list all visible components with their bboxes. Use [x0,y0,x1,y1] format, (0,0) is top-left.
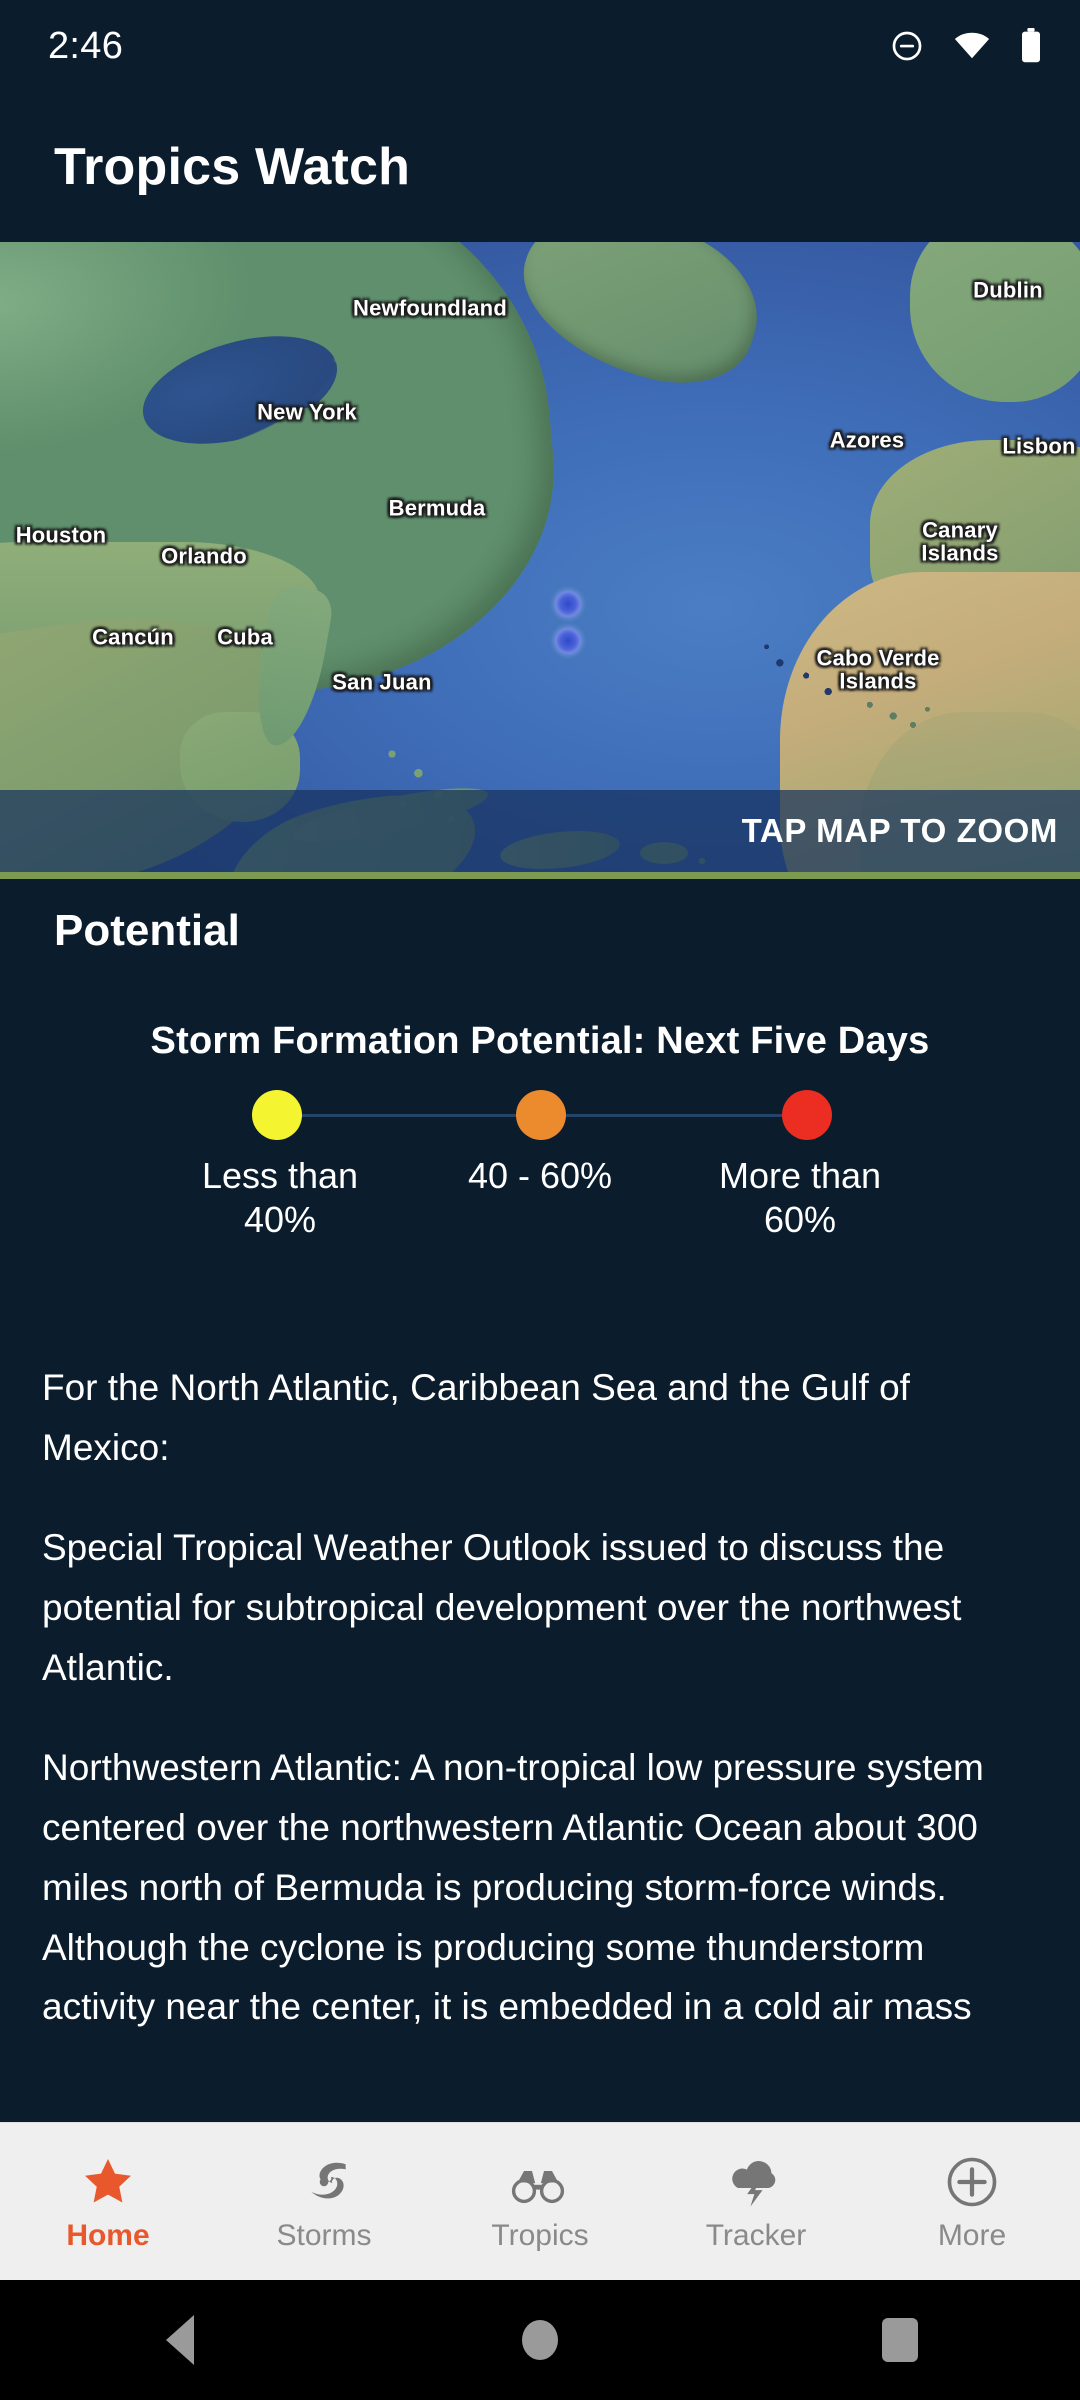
legend-label-low: Less than 40% [201,1155,359,1240]
wifi-icon [954,32,990,60]
tab-label-tropics: Tropics [491,2218,589,2252]
storm-cloud-icon [727,2151,785,2209]
tab-label-storms: Storms [276,2218,372,2252]
map-label: Lisbon [1002,433,1076,459]
star-icon [80,2151,136,2209]
legend-labels: Less than 40% 40 - 60% More than 60% [160,1154,920,1242]
tab-home[interactable]: Home [0,2123,216,2280]
page-title: Tropics Watch [54,138,411,196]
tab-label-home: Home [66,2218,150,2252]
outlook-paragraph: Special Tropical Weather Outlook issued … [42,1526,962,1688]
android-system-nav [0,2280,1080,2400]
legend-dot-high [782,1090,832,1140]
app-bar: Tropics Watch [0,92,1080,242]
map-label: Azores [829,427,905,453]
tab-tracker[interactable]: Tracker [648,2123,864,2280]
map-label: Orlando [161,543,247,569]
app-root: 2:46 Tropics Watch Newfoundland Dublin N… [0,0,1080,2400]
outlook-text: For the North Atlantic, Caribbean Sea an… [0,1358,1080,2128]
status-bar: 2:46 [0,0,1080,92]
bottom-tab-bar: Home Storms Tropics Tracker More [0,2122,1080,2280]
potential-section-title: Potential [54,906,240,955]
binoculars-icon [510,2151,570,2209]
section-divider [0,872,1080,879]
outlook-paragraph: For the North Atlantic, Caribbean Sea an… [42,1367,910,1468]
recents-square-icon [882,2318,918,2362]
map-label: Dublin [973,277,1043,303]
status-bar-clock: 2:46 [48,24,124,67]
map-label: Cancún [92,624,174,650]
storm-potential-legend: Storm Formation Potential: Next Five Day… [0,1020,1080,1242]
storm-marker-2[interactable] [555,628,581,654]
legend-scale [220,1090,860,1140]
map-label: New York [257,399,357,425]
back-triangle-icon [166,2315,194,2365]
legend-title: Storm Formation Potential: Next Five Day… [150,1020,930,1062]
tab-label-more: More [937,2218,1007,2252]
legend-label-medium: 40 - 60% [467,1155,613,1196]
plus-circle-icon [945,2151,999,2209]
outlook-paragraph: Northwestern Atlantic: A non-tropical lo… [42,1746,984,2028]
map-zoom-hint-bar[interactable]: TAP MAP TO ZOOM [0,790,1080,872]
map-label: Cabo Verde Islands [816,645,940,694]
map-label: Canary Islands [921,517,999,566]
legend-dot-medium [516,1090,566,1140]
atlantic-map[interactable]: Newfoundland Dublin New York Azores Lisbon Be… [0,242,1080,872]
home-circle-icon [522,2320,558,2360]
hurricane-icon [297,2151,351,2209]
legend-dot-low [252,1090,302,1140]
map-label: Cuba [217,624,273,650]
battery-icon [1020,28,1042,64]
storm-marker-1[interactable] [555,591,581,617]
map-label: Newfoundland [353,295,507,321]
map-label: Bermuda [388,495,486,521]
tab-storms[interactable]: Storms [216,2123,432,2280]
status-bar-icons [890,28,1042,64]
home-button[interactable] [480,2280,600,2400]
tab-label-tracker: Tracker [705,2218,807,2252]
tab-tropics[interactable]: Tropics [432,2123,648,2280]
map-zoom-hint-text: TAP MAP TO ZOOM [741,812,1058,849]
legend-label-high: More than 60% [718,1155,882,1240]
do-not-disturb-icon [890,29,924,63]
tab-more[interactable]: More [864,2123,1080,2280]
back-button[interactable] [120,2280,240,2400]
recents-button[interactable] [840,2280,960,2400]
map-label: Houston [15,522,107,548]
map-label: San Juan [332,669,432,695]
